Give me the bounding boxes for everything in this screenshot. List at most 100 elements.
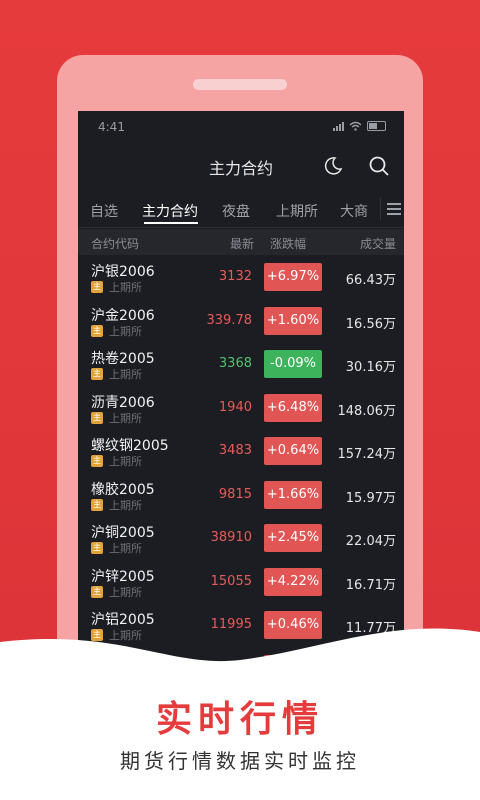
contract-name: 沪镍2005: [91, 655, 155, 672]
tab-shfe[interactable]: 上期所: [276, 201, 318, 221]
change-badge[interactable]: -0.09%: [264, 350, 322, 378]
exchange-name: 上期所: [109, 281, 142, 294]
main-contract-badge: 主: [91, 585, 103, 598]
change-badge[interactable]: +0.46%: [264, 611, 322, 639]
signal-icon: [333, 121, 344, 131]
contract-name: 橡胶2005: [91, 481, 155, 498]
volume: 16.56万: [345, 316, 396, 332]
quote-row[interactable]: 热卷2005 主上期所 3368 -0.09% 30.16万: [78, 344, 404, 388]
last-price: 38910: [210, 530, 252, 545]
contract-name: 沪金2006: [91, 307, 155, 324]
last-price: 9815: [218, 486, 252, 502]
main-contract-badge: 主: [91, 324, 103, 337]
tab-bar: 自选 主力合约 夜盘 上期所 大商: [78, 191, 404, 228]
contract-name: 沪铜2005: [91, 525, 155, 541]
exchange-info: 主上期所: [91, 453, 142, 469]
volume: 22.04万: [345, 534, 396, 549]
quote-row[interactable]: 螺纹钢2005 主上期所 3483 +0.64% 157.24万: [78, 431, 404, 475]
change-badge[interactable]: +6.48%: [264, 393, 322, 422]
exchange-name: 上期所: [109, 324, 142, 338]
active-tab-indicator: [144, 222, 198, 224]
main-contract-badge: 主: [91, 455, 103, 467]
last-price: 11995: [210, 617, 252, 632]
change-badge[interactable]: +3.38%: [264, 654, 322, 683]
exchange-info: 主上期所: [91, 584, 142, 600]
contract-name: 热卷2005: [91, 351, 155, 367]
col-change[interactable]: 涨跌幅: [270, 235, 306, 252]
search-icon[interactable]: [368, 155, 390, 177]
exchange-info: 主上期所: [91, 323, 142, 339]
exchange-name: 上期所: [109, 498, 142, 512]
last-price: 3368: [218, 356, 252, 371]
quote-row[interactable]: 沪镍2005 主上期所 13310 +3.38%: [78, 649, 404, 693]
change-badge[interactable]: +1.60%: [264, 306, 322, 335]
status-time: 4:41: [98, 120, 125, 134]
last-price: 3132: [218, 269, 252, 284]
exchange-name: 上期所: [109, 629, 142, 642]
main-contract-badge: 主: [91, 629, 103, 641]
night-mode-icon[interactable]: [323, 156, 343, 176]
quote-row[interactable]: 橡胶2005 主上期所 9815 +1.66% 15.97万: [78, 475, 404, 519]
volume: 148.06万: [337, 403, 397, 419]
tab-main-contracts[interactable]: 主力合约: [142, 201, 198, 221]
title-bar: 主力合约: [78, 143, 404, 187]
col-code[interactable]: 合约代码: [91, 235, 139, 252]
tab-watchlist[interactable]: 自选: [90, 201, 118, 221]
tab-night-session[interactable]: 夜盘: [222, 201, 250, 221]
page-title: 主力合约: [208, 159, 273, 178]
change-badge[interactable]: +0.64%: [264, 437, 322, 465]
column-header: 合约代码 最新 涨跌幅 成交量: [78, 229, 404, 255]
last-price: 1940: [218, 399, 252, 415]
last-price: 339.78: [206, 312, 253, 328]
last-price: 3483: [218, 443, 252, 458]
battery-icon: [367, 121, 386, 131]
promo-headline: 实时行情: [155, 699, 324, 740]
volume: 15.97万: [345, 490, 396, 506]
tab-dce[interactable]: 大商: [340, 201, 368, 221]
menu-icon[interactable]: [380, 198, 403, 220]
change-badge[interactable]: +4.22%: [264, 567, 322, 596]
change-badge[interactable]: +1.66%: [264, 480, 322, 509]
exchange-info: 主上期所: [91, 410, 142, 426]
phone-speaker: [193, 79, 287, 90]
quote-row[interactable]: 沪铝2005 主上期所 11995 +0.46% 11.77万: [78, 605, 404, 649]
volume: 30.16万: [345, 360, 396, 375]
app-screen: 4:41 主力合约 自选 主力合约 夜盘 上期所 大商 合约代码 最新 涨跌幅 …: [78, 111, 404, 711]
status-bar: 4:41: [78, 111, 404, 143]
contract-name: 沪银2006: [91, 264, 155, 280]
quote-row[interactable]: 沥青2006 主上期所 1940 +6.48% 148.06万: [78, 388, 404, 432]
exchange-info: 主上期所: [91, 540, 142, 556]
volume: 11.77万: [345, 621, 396, 636]
exchange-name: 上期所: [109, 542, 142, 555]
exchange-info: 主上期所: [91, 279, 142, 295]
promo-subline: 期货行情数据实时监控: [120, 749, 360, 773]
volume: 66.43万: [345, 273, 396, 288]
volume: 16.71万: [345, 577, 396, 593]
main-contract-badge: 主: [91, 542, 103, 554]
wifi-icon: [349, 121, 362, 131]
phone-mockup: 4:41 主力合约 自选 主力合约 夜盘 上期所 大商 合约代码 最新 涨跌幅 …: [57, 55, 423, 711]
change-badge[interactable]: +2.45%: [264, 524, 322, 552]
quote-row[interactable]: 沪铜2005 主上期所 38910 +2.45% 22.04万: [78, 518, 404, 562]
volume: 157.24万: [337, 447, 397, 462]
exchange-info: 主上期所: [91, 497, 142, 513]
change-badge[interactable]: +6.97%: [264, 263, 322, 291]
col-last[interactable]: 最新: [230, 235, 254, 252]
col-volume[interactable]: 成交量: [360, 235, 396, 252]
main-contract-badge: 主: [91, 368, 103, 380]
main-contract-badge: 主: [91, 411, 103, 424]
exchange-info: 主上期所: [91, 366, 142, 382]
main-contract-badge: 主: [91, 498, 103, 511]
quote-row[interactable]: 沪锌2005 主上期所 15055 +4.22% 16.71万: [78, 562, 404, 606]
exchange-name: 上期所: [109, 585, 142, 599]
contract-name: 螺纹钢2005: [91, 438, 169, 454]
exchange-name: 上期所: [109, 455, 142, 468]
main-contract-badge: 主: [91, 672, 103, 685]
exchange-info: 主上期所: [91, 671, 142, 687]
main-contract-badge: 主: [91, 281, 103, 293]
contract-name: 沥青2006: [91, 394, 155, 411]
quote-row[interactable]: 沪金2006 主上期所 339.78 +1.60% 16.56万: [78, 301, 404, 345]
quote-row[interactable]: 沪银2006 主上期所 3132 +6.97% 66.43万: [78, 257, 404, 301]
status-icons: [333, 121, 386, 131]
contract-name: 沪锌2005: [91, 568, 155, 585]
